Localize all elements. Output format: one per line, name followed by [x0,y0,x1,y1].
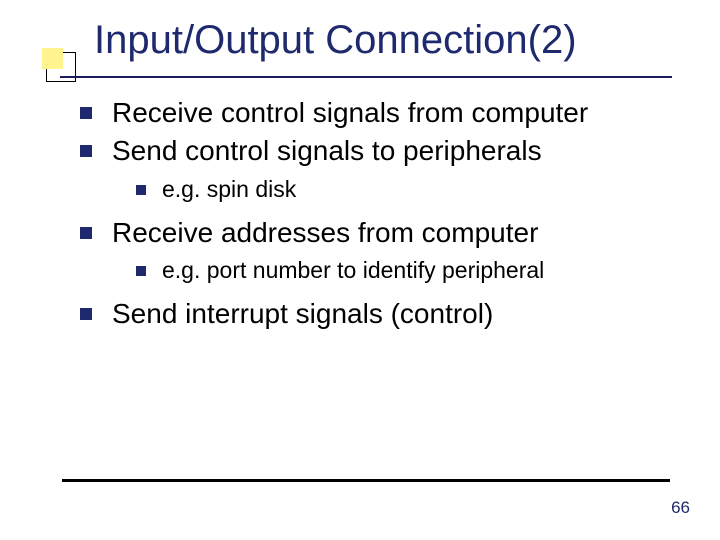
content-area: Receive control signals from computer Se… [80,95,680,334]
corner-accent-decoration [42,48,63,69]
bullet-text: Send interrupt signals (control) [112,296,493,332]
square-bullet-icon [136,266,146,276]
square-bullet-icon [136,185,146,195]
slide: Input/Output Connection(2) Receive contr… [0,0,720,540]
list-item: e.g. port number to identify peripheral [80,256,680,286]
title-underline [60,76,672,78]
bullet-text: Send control signals to peripherals [112,133,542,169]
list-item: Send control signals to peripherals [80,133,680,169]
list-item: Send interrupt signals (control) [80,296,680,332]
list-item: e.g. spin disk [80,175,680,205]
bottom-divider [62,479,670,482]
bullet-text: e.g. spin disk [162,175,296,205]
page-number: 66 [671,498,690,518]
bullet-text: e.g. port number to identify peripheral [162,256,544,286]
square-bullet-icon [80,145,92,157]
square-bullet-icon [80,107,92,119]
bullet-text: Receive addresses from computer [112,215,538,251]
slide-title: Input/Output Connection(2) [94,18,577,63]
square-bullet-icon [80,227,92,239]
list-item: Receive addresses from computer [80,215,680,251]
bullet-text: Receive control signals from computer [112,95,588,131]
list-item: Receive control signals from computer [80,95,680,131]
square-bullet-icon [80,308,92,320]
